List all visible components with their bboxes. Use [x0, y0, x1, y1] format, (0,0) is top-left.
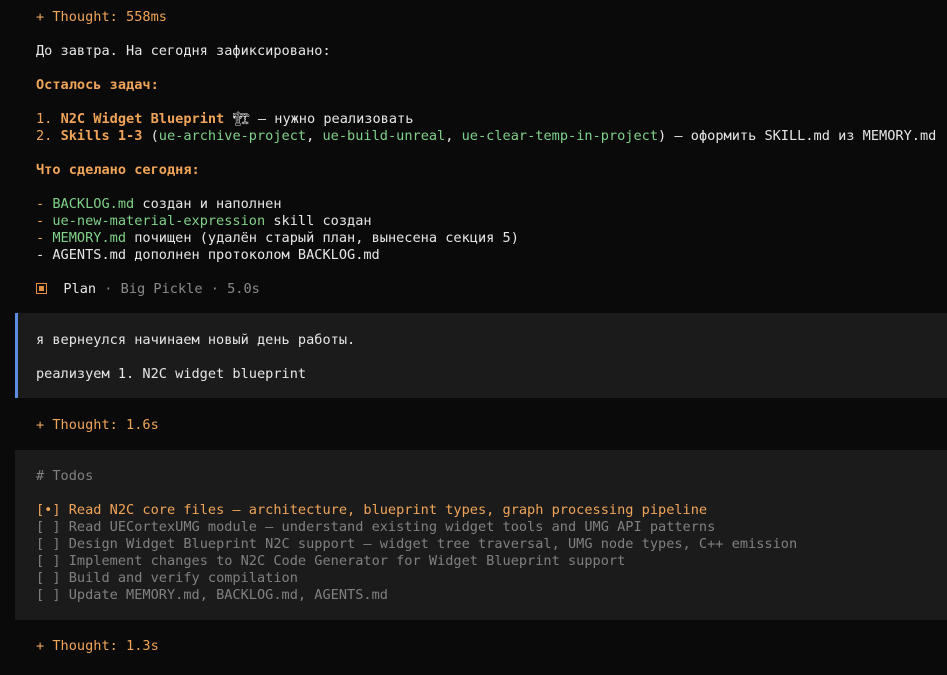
todo-item: [ ] Implement changes to N2C Code Genera… — [36, 553, 625, 570]
todo-checkbox: [ ] — [36, 553, 69, 569]
todo-item: [ ] Design Widget Blueprint N2C support … — [36, 536, 797, 553]
done-item-text: AGENTS.md дополнен протоколом BACKLOG.md — [52, 247, 380, 263]
bullet-dash: - — [36, 213, 53, 229]
todo-text: Design Widget Blueprint N2C support — wi… — [68, 536, 798, 552]
skill-link-build[interactable]: ue-build-unreal — [322, 128, 445, 144]
skill-link-archive[interactable]: ue-archive-project — [159, 128, 306, 144]
skill-link-clear-temp[interactable]: ue-clear-temp-in-project — [462, 128, 658, 144]
thought-toggle[interactable]: + Thought: 1.3s — [36, 638, 159, 655]
task-title: Skills 1-3 — [60, 128, 143, 144]
task-title: N2C Widget Blueprint — [60, 111, 225, 127]
separator: , — [445, 128, 462, 144]
todo-item: [ ] Read UECortexUMG module — understand… — [36, 519, 715, 536]
task-description: ) — оформить SKILL.md из MEMORY.md — [658, 128, 937, 144]
todo-text: Build and verify compilation — [68, 570, 298, 586]
done-item: - MEMORY.md почищен (удалён старый план,… — [36, 230, 519, 247]
done-item: - BACKLOG.md создан и наполнен — [36, 196, 282, 213]
user-message-line: реализуем 1. N2C widget blueprint — [36, 366, 307, 382]
todo-checkbox: [ ] — [36, 587, 69, 603]
user-message: я вернеулся начинаем новый день работы. … — [15, 313, 947, 398]
thought-toggle[interactable]: + Thought: 558ms — [36, 9, 167, 26]
plan-mode-icon — [36, 283, 47, 294]
separator: , — [306, 128, 323, 144]
model-info: · Big Pickle · 5.0s — [96, 281, 260, 297]
todo-item: [ ] Build and verify compilation — [36, 570, 298, 587]
todo-text: Read N2C core files — architecture, blue… — [68, 502, 708, 518]
todo-text: Update MEMORY.md, BACKLOG.md, AGENTS.md — [68, 587, 388, 603]
task-number: 1. — [36, 111, 61, 127]
todos-panel: # Todos [•] Read N2C core files — archit… — [15, 450, 947, 620]
done-item-text: почищен (удалён старый план, вынесена се… — [126, 230, 519, 246]
task-item-1: 1. N2C Widget Blueprint 🏗 — нужно реализ… — [36, 111, 413, 128]
todo-checkbox: [ ] — [36, 519, 69, 535]
paren-open: ( — [142, 128, 159, 144]
task-number: 2. — [36, 128, 61, 144]
assistant-intro-text: До завтра. На сегодня зафиксировано: — [36, 43, 331, 59]
construction-icon: 🏗 — [232, 111, 250, 127]
todo-text: Implement changes to N2C Code Generator … — [68, 553, 626, 569]
skill-link-material-expression[interactable]: ue-new-material-expression — [52, 213, 265, 229]
agent-mode-label: Plan — [63, 281, 97, 297]
done-item-text: создан и наполнен — [134, 196, 282, 212]
user-message-line: я вернеулся начинаем новый день работы. — [36, 332, 356, 348]
task-description: — нужно реализовать — [249, 111, 414, 127]
done-item-text: skill создан — [265, 213, 372, 229]
todo-checkbox: [•] — [36, 502, 69, 518]
done-item: - AGENTS.md дополнен протоколом BACKLOG.… — [36, 247, 380, 264]
remaining-tasks-heading: Осталось задач: — [36, 77, 159, 93]
task-item-2: 2. Skills 1-3 (ue-archive-project, ue-bu… — [36, 128, 936, 145]
todo-checkbox: [ ] — [36, 570, 69, 586]
todos-heading: # Todos — [36, 468, 94, 484]
file-link-memory[interactable]: MEMORY.md — [52, 230, 126, 246]
bullet-dash: - — [36, 247, 53, 263]
bullet-dash: - — [36, 230, 53, 246]
todo-checkbox: [ ] — [36, 536, 69, 552]
thought-toggle[interactable]: + Thought: 1.6s — [36, 417, 159, 434]
done-item: - ue-new-material-expression skill созда… — [36, 213, 372, 230]
agent-status-line: Plan · Big Pickle · 5.0s — [36, 281, 260, 298]
done-today-heading: Что сделано сегодня: — [36, 162, 200, 178]
todo-text: Read UECortexUMG module — understand exi… — [68, 519, 716, 535]
bullet-dash: - — [36, 196, 53, 212]
todo-item-in-progress: [•] Read N2C core files — architecture, … — [36, 502, 707, 519]
file-link-backlog[interactable]: BACKLOG.md — [52, 196, 134, 212]
todo-item: [ ] Update MEMORY.md, BACKLOG.md, AGENTS… — [36, 587, 388, 604]
